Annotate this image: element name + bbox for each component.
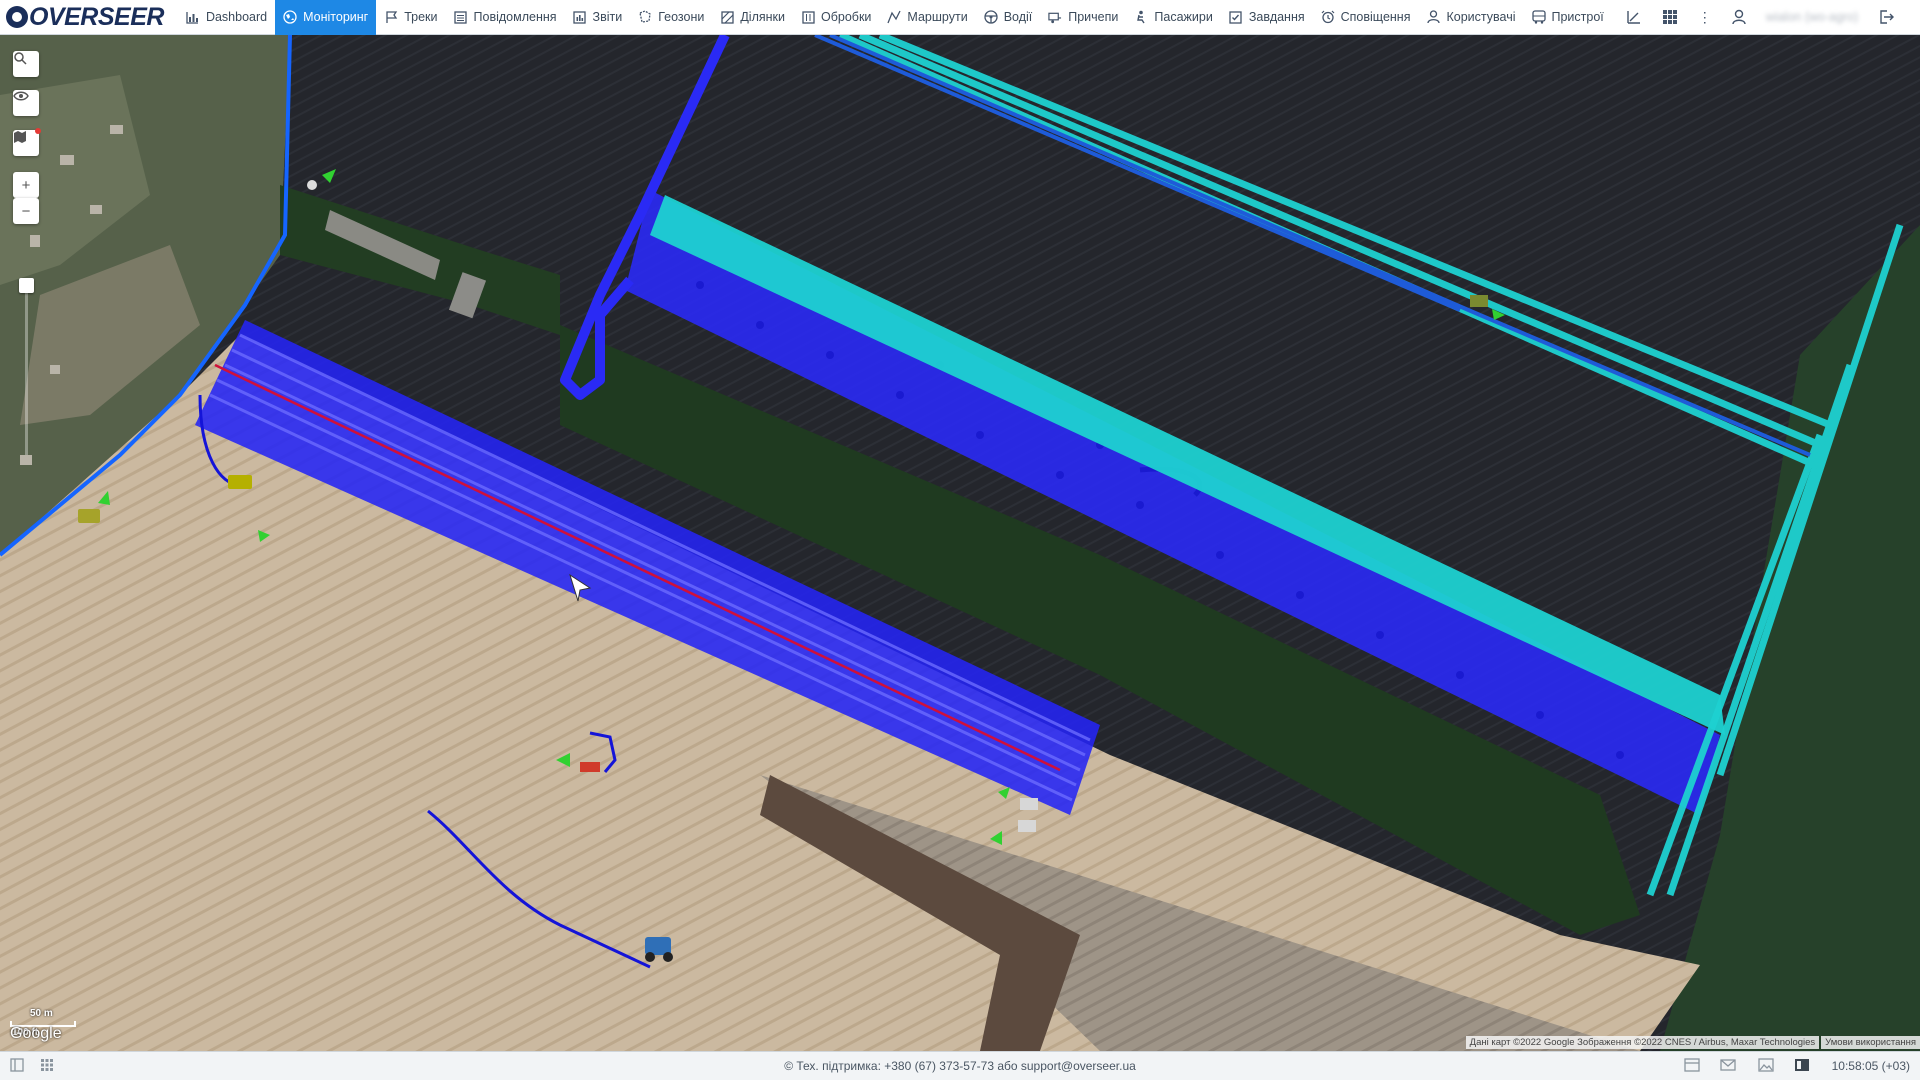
panel-toggle-icon[interactable]	[10, 1057, 24, 1075]
passenger-icon	[1134, 10, 1148, 24]
map-search-button[interactable]	[13, 51, 39, 77]
nav-item-notifications[interactable]: Сповіщення	[1313, 0, 1419, 35]
nav-item-label: Dashboard	[205, 10, 268, 24]
nav-item-fields[interactable]: Ділянки	[712, 0, 793, 35]
field-icon	[720, 10, 734, 24]
nav-item-label: Ділянки	[740, 10, 786, 24]
nav-item-trailers[interactable]: Причепи	[1040, 0, 1126, 35]
map-visibility-button[interactable]	[13, 90, 39, 116]
nav-item-label: Водії	[1003, 10, 1033, 24]
layout-panel-icon[interactable]	[1794, 1058, 1810, 1075]
trailer-icon	[1048, 10, 1062, 24]
nav-item-routes[interactable]: Маршрути	[879, 0, 975, 35]
status-bar: © Тех. підтримка: +380 (67) 373-57-73 аб…	[0, 1051, 1920, 1080]
zoom-out-button[interactable]: −	[13, 198, 39, 224]
nav-item-users[interactable]: Користувачі	[1418, 0, 1523, 35]
nav-item-label: Пристрої	[1551, 10, 1604, 24]
bus-icon	[1531, 10, 1546, 24]
task-icon	[1229, 10, 1243, 24]
server-time: 10:58:05 (+03)	[1831, 1059, 1910, 1073]
nav-item-label: Моніторинг	[303, 10, 369, 24]
grid-icon[interactable]	[40, 1058, 54, 1075]
nav-item-label: Завдання	[1248, 10, 1305, 24]
nav-item-monitoring[interactable]: Моніторинг	[275, 0, 377, 35]
scale-metric: 50 m	[30, 1008, 53, 1019]
nav-item-label: Причепи	[1068, 10, 1119, 24]
globe-icon	[283, 10, 297, 24]
zoom-slider-handle[interactable]	[19, 278, 34, 293]
nav-item-messages[interactable]: Повідомлення	[446, 0, 565, 35]
nav-item-dashboard[interactable]: Dashboard	[178, 0, 275, 35]
nav-item-drivers[interactable]: Водії	[976, 0, 1041, 35]
nav-item-label: Маршрути	[907, 10, 968, 24]
logout-icon[interactable]	[1868, 0, 1904, 35]
zoom-in-button[interactable]: +	[13, 172, 39, 198]
nav-item-label: Треки	[404, 10, 438, 24]
nav-item-label: Повідомлення	[473, 10, 557, 24]
bar-chart-icon	[186, 10, 200, 24]
log-panel-icon[interactable]	[1683, 1057, 1700, 1075]
user-name[interactable]: wialon (wo-agro)	[1756, 10, 1868, 24]
user-icon[interactable]	[1722, 0, 1756, 35]
main-nav: Dashboard Моніторинг Треки Повідомлення Звіт…	[178, 0, 1612, 35]
nav-item-passengers[interactable]: Пасажири	[1126, 0, 1220, 35]
nav-item-processing[interactable]: Обробки	[793, 0, 879, 35]
zoom-slider-track[interactable]	[25, 280, 28, 455]
satellite-map-layer	[0, 35, 1920, 1051]
more-menu-icon[interactable]: ⋮	[1688, 0, 1722, 35]
user-icon	[1426, 10, 1440, 24]
google-logo[interactable]: Google	[10, 1025, 62, 1043]
map-attribution: Дані карт ©2022 Google Зображення ©2022 …	[1465, 1036, 1920, 1049]
status-left-tools	[0, 1057, 70, 1075]
nav-item-reports[interactable]: Звіти	[565, 0, 631, 35]
processing-icon	[801, 10, 815, 24]
nav-item-label: Геозони	[658, 10, 705, 24]
nav-right-tools: ⋮ wialon (wo-agro)	[1616, 0, 1904, 35]
nav-item-label: Обробки	[821, 10, 872, 24]
messages-panel-icon[interactable]	[1719, 1058, 1738, 1075]
map-view[interactable]: + − 50 m 100 ft Google Дані карт ©2022 G…	[0, 35, 1920, 1051]
nav-item-label: Сповіщення	[1340, 10, 1411, 24]
notification-dot	[35, 128, 41, 134]
support-info: © Тех. підтримка: +380 (67) 373-57-73 аб…	[784, 1059, 1136, 1073]
nav-item-label: Пасажири	[1154, 10, 1213, 24]
alarm-icon	[1321, 10, 1335, 24]
nav-item-geozones[interactable]: Геозони	[630, 0, 712, 35]
plus-icon: +	[21, 176, 31, 194]
minus-icon: −	[21, 202, 31, 220]
nav-item-tasks[interactable]: Завдання	[1221, 0, 1313, 35]
status-right-tools: 10:58:05 (+03)	[1664, 1057, 1910, 1075]
route-icon	[887, 10, 902, 24]
attribution-text: Дані карт ©2022 Google Зображення ©2022 …	[1465, 1036, 1820, 1049]
geozone-icon	[638, 10, 652, 24]
list-icon	[454, 10, 468, 24]
image-panel-icon[interactable]	[1757, 1057, 1774, 1075]
nav-item-devices[interactable]: Пристрої	[1524, 0, 1612, 35]
map-layers-button[interactable]	[13, 128, 41, 156]
logo-text: OVERSEER	[29, 2, 164, 31]
top-navigation-bar: OVERSEER Dashboard Моніторинг Треки Повідом…	[0, 0, 1920, 35]
steering-wheel-icon	[984, 10, 998, 24]
apps-grid-icon[interactable]	[1652, 0, 1688, 35]
report-icon	[573, 10, 587, 24]
overseer-logo[interactable]: OVERSEER	[0, 0, 178, 35]
logo-mark	[6, 6, 28, 28]
terms-link[interactable]: Умови використання	[1821, 1036, 1920, 1049]
nav-item-label: Користувачі	[1446, 10, 1516, 24]
measure-icon[interactable]	[1616, 0, 1652, 35]
nav-item-tracks[interactable]: Треки	[376, 0, 445, 35]
flag-icon	[384, 10, 398, 24]
nav-item-label: Звіти	[592, 10, 623, 24]
